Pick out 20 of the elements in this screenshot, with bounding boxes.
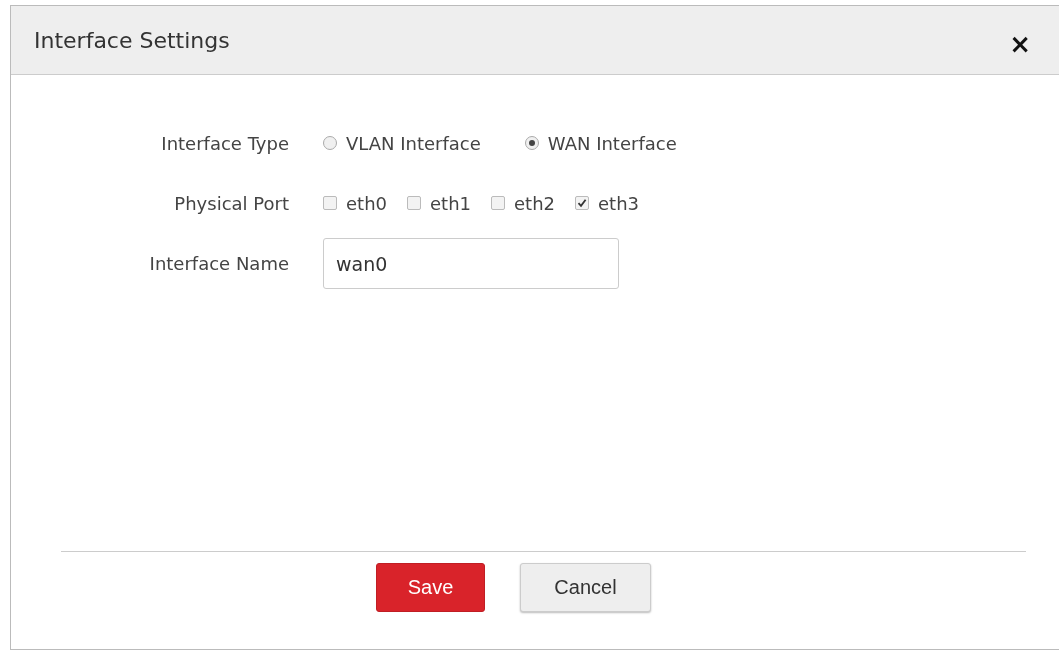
dialog-title: Interface Settings bbox=[34, 27, 230, 53]
checkbox[interactable] bbox=[491, 196, 505, 210]
checkbox[interactable] bbox=[407, 196, 421, 210]
radio-button[interactable] bbox=[323, 136, 337, 150]
save-button[interactable]: Save bbox=[376, 563, 485, 612]
checkbox-option[interactable]: eth1 bbox=[407, 192, 471, 214]
close-button[interactable]: × bbox=[1005, 31, 1035, 57]
checkbox-option[interactable]: eth3 bbox=[575, 192, 639, 214]
radio-option[interactable]: VLAN Interface bbox=[323, 132, 481, 154]
checkbox[interactable] bbox=[575, 196, 589, 210]
field-label: Physical Port bbox=[173, 192, 290, 214]
checkbox[interactable] bbox=[323, 196, 337, 210]
cancel-button[interactable]: Cancel bbox=[520, 563, 651, 612]
radio-button[interactable] bbox=[524, 136, 539, 150]
radio-option[interactable]: WAN Interface bbox=[524, 132, 677, 154]
input-field[interactable]: wan0 bbox=[323, 238, 619, 289]
checkbox-option[interactable]: eth2 bbox=[491, 192, 555, 214]
field-label: Interface Name bbox=[148, 253, 290, 274]
checkbox-option[interactable]: eth0 bbox=[323, 192, 387, 214]
field-label: Interface Type bbox=[160, 132, 290, 154]
